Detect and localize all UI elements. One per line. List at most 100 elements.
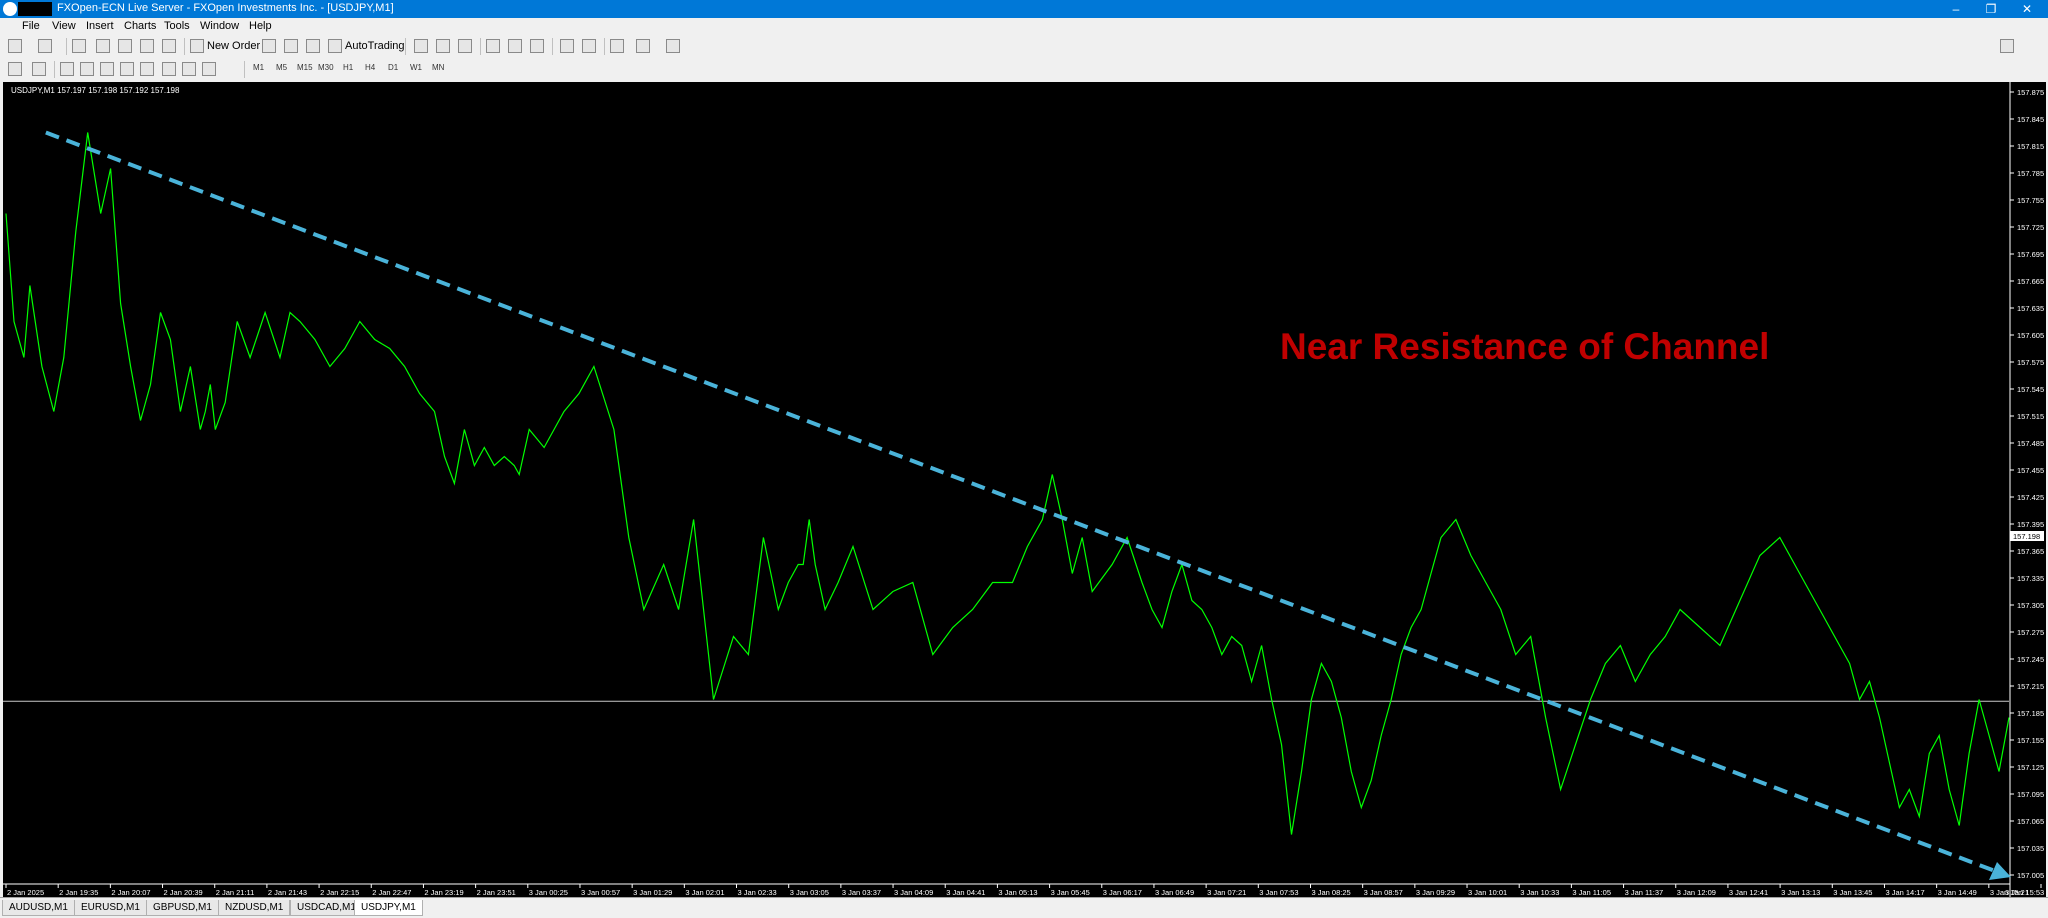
candlestick-icon[interactable] (436, 39, 450, 53)
x-tick-label: 2 Jan 20:07 (111, 888, 150, 897)
fibonacci-icon[interactable] (140, 62, 154, 76)
signals-icon[interactable] (284, 39, 298, 53)
terminal-icon[interactable] (140, 39, 154, 53)
x-tick-label: 3 Jan 08:57 (1364, 888, 1403, 897)
timeframe-d1[interactable]: D1 (388, 63, 398, 72)
x-tick-label: 3 Jan 02:01 (685, 888, 724, 897)
menu-file[interactable]: File (22, 20, 40, 32)
timeframe-m30[interactable]: M30 (318, 63, 334, 72)
window-title: FXOpen-ECN Live Server - FXOpen Investme… (57, 2, 394, 14)
timeframe-m1[interactable]: M1 (253, 63, 264, 72)
timeframe-mn[interactable]: MN (432, 63, 444, 72)
data-window-icon[interactable] (96, 39, 110, 53)
x-tick-label: 3 Jan 09:29 (1416, 888, 1455, 897)
menu-tools[interactable]: Tools (164, 20, 190, 32)
y-tick-label: 157.095 (2017, 790, 2044, 799)
redacted-account (18, 2, 52, 16)
price-chart[interactable]: 157.875 157.845 157.815 157.785 157.755 157.7… (3, 82, 2046, 897)
tab-usdjpy[interactable]: USDJPY,M1 (354, 900, 423, 916)
label-icon[interactable] (182, 62, 196, 76)
resistance-trendline[interactable] (45, 130, 1996, 873)
y-tick-label: 157.815 (2017, 142, 2044, 151)
channel-icon[interactable] (120, 62, 134, 76)
arrows-icon[interactable] (202, 62, 216, 76)
x-tick-label: 3 Jan 04:41 (946, 888, 985, 897)
drawing-toolbar: M1 M5 M15 M30 H1 H4 D1 W1 MN (0, 58, 2048, 82)
cursor-icon[interactable] (8, 62, 22, 76)
y-tick-label: 157.155 (2017, 736, 2044, 745)
x-tick-label: 3 Jan 06:17 (1103, 888, 1142, 897)
timeframe-m15[interactable]: M15 (297, 63, 313, 72)
x-tick-label: 2 Jan 21:43 (268, 888, 307, 897)
tab-usdcad[interactable]: USDCAD,M1 (290, 900, 363, 916)
x-tick-label: 3 Jan 02:33 (738, 888, 777, 897)
timeframe-m5[interactable]: M5 (276, 63, 287, 72)
menu-bar: File View Insert Charts Tools Window Hel… (0, 18, 2048, 35)
trendline-icon[interactable] (100, 62, 114, 76)
chart-tabs: AUDUSD,M1 EURUSD,M1 GBPUSD,M1 NZDUSD,M1 … (0, 897, 2048, 918)
autotrading-button[interactable]: AutoTrading (345, 40, 405, 52)
crosshair-icon[interactable] (32, 62, 46, 76)
menu-charts[interactable]: Charts (124, 20, 156, 32)
x-tick-label: 3 Jan 07:21 (1207, 888, 1246, 897)
tab-eurusd[interactable]: EURUSD,M1 (74, 900, 147, 916)
tester-icon[interactable] (162, 39, 176, 53)
bar-chart-icon[interactable] (414, 39, 428, 53)
x-tick-label: 3 Jan 08:25 (1311, 888, 1350, 897)
x-tick-label: 3 Jan 14:17 (1885, 888, 1924, 897)
x-tick-label: 3 Jan 10:01 (1468, 888, 1507, 897)
x-tick-label: 3 Jan 03:05 (790, 888, 829, 897)
metaeditor-icon[interactable] (262, 39, 276, 53)
x-tick-label: 2 Jan 21:11 (216, 888, 255, 897)
menu-insert[interactable]: Insert (86, 20, 114, 32)
horizontal-line-icon[interactable] (80, 62, 94, 76)
market-icon[interactable] (306, 39, 320, 53)
x-tick-label: 2 Jan 22:47 (372, 888, 411, 897)
auto-scroll-icon[interactable] (582, 39, 596, 53)
chart-window: 157.875 157.845 157.815 157.785 157.755 157.7… (0, 80, 2048, 898)
market-watch-icon[interactable] (72, 39, 86, 53)
timeframe-w1[interactable]: W1 (410, 63, 422, 72)
line-chart-icon[interactable] (458, 39, 472, 53)
menu-window[interactable]: Window (200, 20, 239, 32)
search-icon[interactable] (2000, 39, 2014, 53)
templates-icon[interactable] (666, 39, 680, 53)
vertical-line-icon[interactable] (60, 62, 74, 76)
y-tick-label: 157.035 (2017, 844, 2044, 853)
y-tick-label: 157.665 (2017, 277, 2044, 286)
title-bar: FXOpen-ECN Live Server - FXOpen Investme… (0, 0, 2048, 18)
timeframe-h4[interactable]: H4 (365, 63, 375, 72)
periods-icon[interactable] (636, 39, 650, 53)
autotrading-icon[interactable] (328, 39, 342, 53)
new-order-button[interactable]: New Order (207, 40, 260, 52)
x-tick-label: 3 Jan 15:53 (2005, 888, 2044, 897)
zoom-in-icon[interactable] (486, 39, 500, 53)
indicators-icon[interactable] (610, 39, 624, 53)
y-tick-label: 157.065 (2017, 817, 2044, 826)
restore-button[interactable]: ❐ (1974, 0, 2008, 18)
close-button[interactable]: ✕ (2010, 0, 2044, 18)
x-tick-label: 2 Jan 19:35 (59, 888, 98, 897)
chart-shift-icon[interactable] (560, 39, 574, 53)
tab-audusd[interactable]: AUDUSD,M1 (2, 900, 75, 916)
new-chart-icon[interactable] (8, 39, 22, 53)
profiles-icon[interactable] (38, 39, 52, 53)
new-order-icon[interactable] (190, 39, 204, 53)
minimize-button[interactable]: – (1939, 0, 1973, 18)
tab-gbpusd[interactable]: GBPUSD,M1 (146, 900, 219, 916)
x-tick-label: 3 Jan 11:05 (1572, 888, 1611, 897)
y-tick-label: 157.635 (2017, 304, 2044, 313)
y-tick-label: 157.365 (2017, 547, 2044, 556)
zoom-out-icon[interactable] (508, 39, 522, 53)
timeframe-h1[interactable]: H1 (343, 63, 353, 72)
tile-windows-icon[interactable] (530, 39, 544, 53)
y-tick-label: 157.005 (2017, 871, 2044, 880)
y-tick-label: 157.695 (2017, 250, 2044, 259)
y-tick-label: 157.605 (2017, 331, 2044, 340)
x-tick-label: 2 Jan 23:19 (424, 888, 463, 897)
menu-view[interactable]: View (52, 20, 76, 32)
menu-help[interactable]: Help (249, 20, 272, 32)
navigator-icon[interactable] (118, 39, 132, 53)
tab-nzdusd[interactable]: NZDUSD,M1 (218, 900, 291, 916)
text-icon[interactable] (162, 62, 176, 76)
